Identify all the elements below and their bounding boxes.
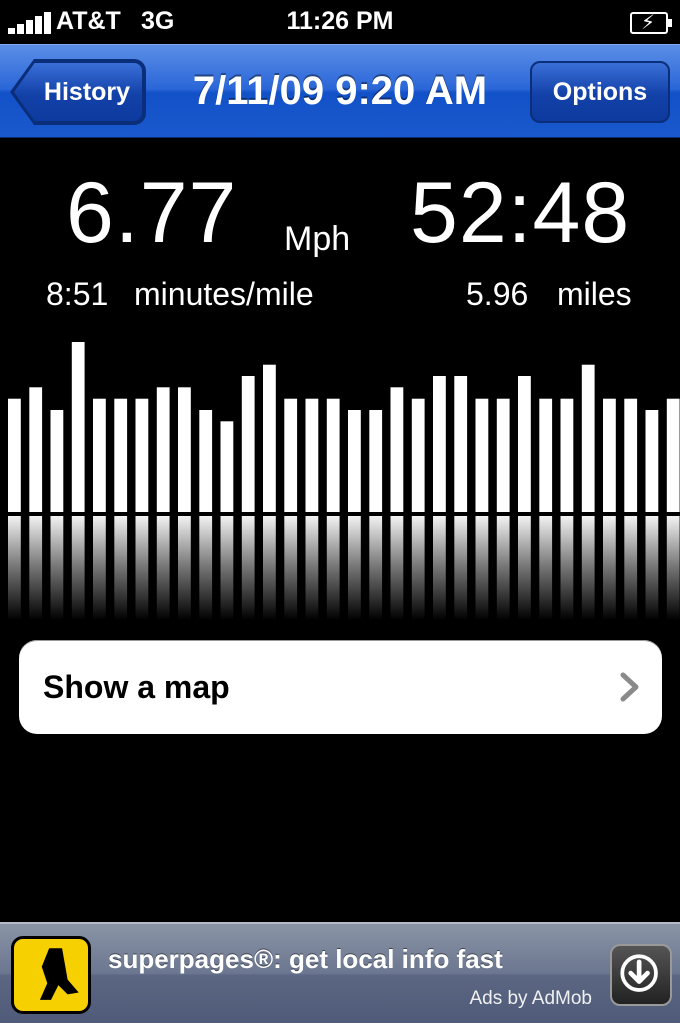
speed-bar-reflection xyxy=(93,516,106,620)
speed-bar xyxy=(496,398,510,512)
speed-bar-reflection xyxy=(241,516,255,620)
speed-bar xyxy=(411,398,425,512)
chevron-right-icon xyxy=(620,672,639,702)
speed-bar-reflection xyxy=(156,516,170,620)
speed-bar-reflection xyxy=(284,516,298,620)
speed-bar xyxy=(220,421,234,512)
speed-bar xyxy=(475,398,489,512)
speed-bar-reflection xyxy=(581,516,595,620)
speed-bar xyxy=(114,398,128,512)
ad-byline: Ads by AdMob xyxy=(469,988,592,1009)
status-time: 11:26 PM xyxy=(286,7,394,35)
speed-bar-reflection xyxy=(496,516,510,620)
speed-bar-reflection xyxy=(326,516,340,620)
status-bar: AT&T 3G 11:26 PM ⚡ xyxy=(0,0,680,44)
speed-bar xyxy=(263,364,276,512)
screen: AT&T 3G 11:26 PM ⚡ History 7/11/09 9:20 … xyxy=(0,0,680,1023)
options-button[interactable]: Options xyxy=(530,61,670,123)
speed-bar xyxy=(50,410,64,512)
speed-bar-reflection xyxy=(475,516,489,620)
navigation-bar: History 7/11/09 9:20 AM Options xyxy=(0,44,680,138)
speed-bar-chart xyxy=(8,342,680,620)
speed-bar xyxy=(369,410,383,512)
speed-bar xyxy=(8,398,21,512)
distance-value: 5.96 xyxy=(466,276,529,312)
speed-bar-reflection xyxy=(560,516,574,620)
speed-bar xyxy=(178,387,191,512)
speed-bar xyxy=(241,376,255,512)
speed-bar-reflection xyxy=(539,516,553,620)
speed-bar-reflection xyxy=(178,516,191,620)
speed-bar-reflection xyxy=(305,516,319,620)
speed-bar xyxy=(603,398,616,512)
speed-bar-reflection xyxy=(645,516,659,620)
speed-bar xyxy=(156,387,170,512)
speed-bar xyxy=(390,387,404,512)
download-arrow-icon[interactable] xyxy=(610,944,672,1006)
speed-bar xyxy=(560,398,574,512)
duration-value: 52:48 xyxy=(410,165,631,261)
pace-unit: minutes/mile xyxy=(134,276,314,312)
speed-bar xyxy=(199,410,213,512)
speed-bar-reflection xyxy=(199,516,213,620)
speed-bar xyxy=(433,376,446,512)
speed-bar xyxy=(326,398,340,512)
speed-bar-reflection xyxy=(29,516,43,620)
speed-bar-reflection xyxy=(603,516,616,620)
speed-bar-reflection xyxy=(624,516,638,620)
ad-text: superpages®: get local info fast xyxy=(108,944,503,974)
speed-bar-reflection xyxy=(454,516,468,620)
battery-charging-icon: ⚡ xyxy=(630,12,672,34)
speed-bar xyxy=(305,398,319,512)
speed-bar-reflection xyxy=(390,516,404,620)
speed-bar xyxy=(518,376,531,512)
speed-bar-reflection xyxy=(8,516,21,620)
speed-unit: Mph xyxy=(284,220,351,258)
show-map-label: Show a map xyxy=(43,668,230,705)
speed-bar xyxy=(454,376,468,512)
speed-bar-reflection xyxy=(135,516,149,620)
speed-bar xyxy=(348,410,361,512)
speed-bar-reflection xyxy=(433,516,446,620)
speed-bar xyxy=(93,398,106,512)
speed-bar-reflection xyxy=(518,516,531,620)
speed-bar xyxy=(666,398,680,512)
page-title: 7/11/09 9:20 AM xyxy=(192,69,488,113)
speed-bar-reflection xyxy=(114,516,128,620)
distance-unit: miles xyxy=(557,276,632,312)
speed-bar xyxy=(29,387,43,512)
speed-bar-reflection xyxy=(348,516,361,620)
speed-bar-reflection xyxy=(666,516,680,620)
pace-value: 8:51 xyxy=(46,276,109,312)
speed-bar xyxy=(645,410,659,512)
speed-bar xyxy=(284,398,298,512)
speed-bar xyxy=(581,364,595,512)
speed-bar xyxy=(71,342,85,512)
history-back-button[interactable]: History xyxy=(14,61,144,123)
speed-bar-reflection xyxy=(71,516,85,620)
yellow-pages-walking-fingers-icon xyxy=(11,936,91,1014)
speed-bar-reflection xyxy=(411,516,425,620)
speed-value: 6.77 xyxy=(66,165,238,261)
speed-bar xyxy=(539,398,553,512)
show-map-row[interactable]: Show a map xyxy=(19,640,662,734)
speed-bar xyxy=(624,398,638,512)
speed-bar xyxy=(135,398,149,512)
speed-bar-reflection xyxy=(369,516,383,620)
speed-bar-reflection xyxy=(263,516,276,620)
speed-bar-reflection xyxy=(50,516,64,620)
ad-banner[interactable]: superpages®: get local info fast Ads by … xyxy=(0,922,680,1023)
speed-bar-reflection xyxy=(220,516,234,620)
